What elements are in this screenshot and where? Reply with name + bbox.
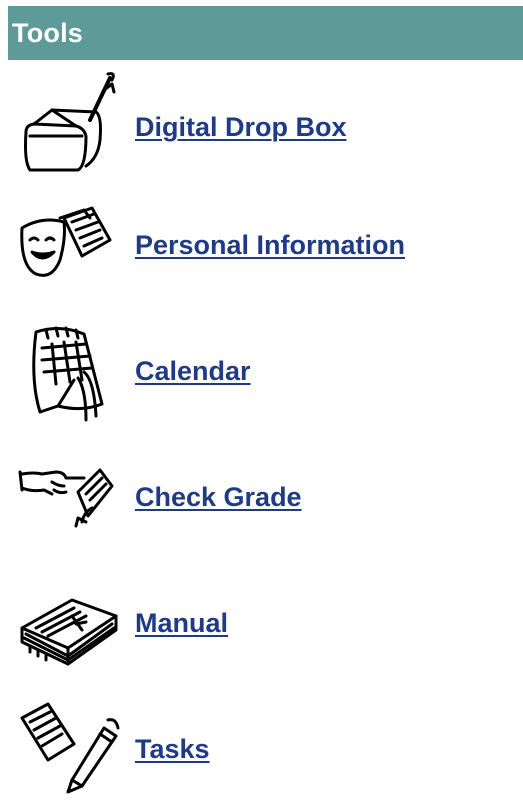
- drop-box-icon[interactable]: [12, 70, 122, 180]
- tool-item-personal-information: Personal Information: [0, 190, 523, 300]
- pointing-hand-document-icon[interactable]: [12, 446, 122, 556]
- book-icon[interactable]: [12, 572, 122, 682]
- check-grade-link[interactable]: Check Grade: [135, 482, 302, 513]
- personal-information-link[interactable]: Personal Information: [135, 230, 405, 261]
- manual-link[interactable]: Manual: [135, 608, 228, 639]
- calendar-link[interactable]: Calendar: [135, 356, 251, 387]
- pencil-paper-icon[interactable]: [12, 688, 122, 798]
- header-title: Tools: [12, 17, 83, 48]
- tool-item-check-grade: Check Grade: [0, 442, 523, 552]
- digital-drop-box-link[interactable]: Digital Drop Box: [135, 112, 347, 143]
- tool-item-calendar: Calendar: [0, 316, 523, 426]
- tool-item-digital-drop-box: Digital Drop Box: [0, 68, 523, 178]
- tasks-link[interactable]: Tasks: [135, 734, 210, 765]
- tools-header: Tools: [8, 6, 523, 60]
- masks-document-icon[interactable]: [12, 196, 122, 306]
- tool-item-tasks: Tasks: [0, 690, 523, 800]
- calendar-icon[interactable]: [12, 320, 122, 430]
- tool-item-manual: Manual: [0, 566, 523, 676]
